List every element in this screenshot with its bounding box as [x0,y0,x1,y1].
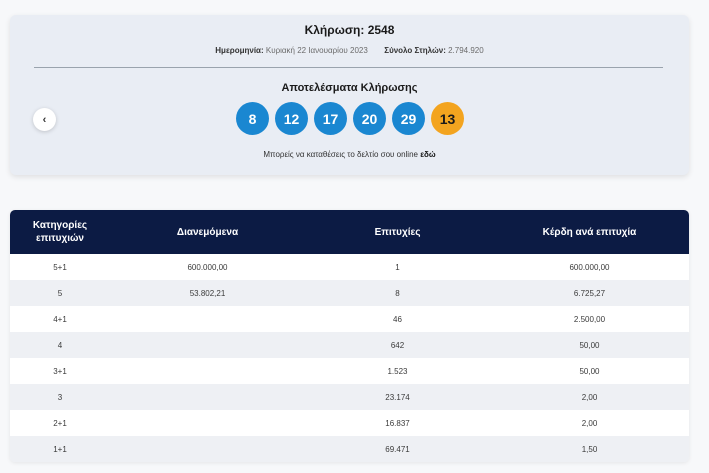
cell-category: 2+1 [53,418,67,428]
cell-category: 1+1 [53,444,67,454]
date-label: Ημερομηνία: [215,46,264,55]
online-note: Μπορείς να καταθέσεις το δελτίο σου onli… [10,150,689,159]
cell-prize: 1,50 [581,444,598,454]
cell-winners: 16.837 [385,418,410,428]
divider [34,67,663,68]
number-ball: 12 [275,102,308,135]
table-row: 3 23.174 2,00 [10,384,689,410]
cell-winners: 8 [395,288,400,298]
cell-category: 4+1 [53,314,67,324]
cell-category: 5+1 [53,262,67,272]
cell-distributed [110,410,305,436]
cell-winners: 642 [390,340,405,350]
chevron-left-icon: ‹ [42,113,47,126]
header-distributed: Διανεμόμενα [176,226,239,238]
columns-label: Σύνολο Στηλών: [384,46,446,55]
header-categories-line1: Κατηγορίες [32,220,88,231]
date-value: Κυριακή 22 Ιανουαρίου 2023 [265,46,368,55]
cell-winners: 1.523 [387,366,408,376]
results-title: Αποτελέσματα Κλήρωσης [281,82,418,94]
number-ball: 17 [314,102,347,135]
online-text: Μπορείς να καταθέσεις το δελτίο σου onli… [263,150,418,159]
draw-info-card: Κλήρωση: 2548 Ημερομηνία: Κυριακή 22 Ιαν… [10,15,689,175]
cell-distributed [110,306,305,332]
table-header-row: Κατηγορίες επιτυχιών Διανεμόμενα Επιτυχί… [10,210,689,254]
cell-distributed: 53.802,21 [189,288,226,298]
draw-meta: Ημερομηνία: Κυριακή 22 Ιανουαρίου 2023 Σ… [10,46,689,55]
header-categories: Κατηγορίες επιτυχιών [10,210,110,254]
cell-prize: 2,00 [581,392,598,402]
cell-distributed: 600.000,00 [187,262,228,272]
prize-table: Κατηγορίες επιτυχιών Διανεμόμενα Επιτυχί… [10,210,689,462]
number-ball: 8 [236,102,269,135]
previous-draw-button[interactable]: ‹ [33,108,56,131]
joker-ball: 13 [431,102,464,135]
cell-category: 5 [57,288,63,298]
table-row: 4+1 46 2.500,00 [10,306,689,332]
cell-distributed [110,358,305,384]
number-ball: 20 [353,102,386,135]
table-row: 5 53.802,21 8 6.725,27 [10,280,689,306]
cell-category: 3+1 [53,366,67,376]
header-prize: Κέρδη ανά επιτυχία [542,226,637,238]
cell-category: 4 [57,340,63,350]
table-row: 3+1 1.523 50,00 [10,358,689,384]
header-categories-line2: επιτυχιών [35,233,84,244]
cell-winners: 46 [393,314,402,324]
table-row: 5+1 600.000,00 1 600.000,00 [10,254,689,280]
online-link[interactable]: εδώ [420,150,435,159]
cell-prize: 50,00 [579,366,600,376]
cell-prize: 600.000,00 [569,262,610,272]
cell-winners: 1 [395,262,400,272]
table-row: 2+1 16.837 2,00 [10,410,689,436]
draw-title: Κλήρωση: 2548 [304,23,395,37]
cell-winners: 69.471 [385,444,410,454]
columns-value: 2.794.920 [448,46,484,55]
winning-numbers: 8 12 17 20 29 13 [236,102,464,136]
cell-prize: 6.725,27 [573,288,606,298]
cell-prize: 50,00 [579,340,600,350]
cell-distributed [110,332,305,358]
header-winners: Επιτυχίες [374,226,421,238]
cell-distributed [110,436,305,462]
cell-winners: 23.174 [385,392,410,402]
table-row: 4 642 50,00 [10,332,689,358]
table-row: 1+1 69.471 1,50 [10,436,689,462]
cell-distributed [110,384,305,410]
cell-prize: 2.500,00 [573,314,606,324]
number-ball: 29 [392,102,425,135]
cell-category: 3 [57,392,63,402]
cell-prize: 2,00 [581,418,598,428]
